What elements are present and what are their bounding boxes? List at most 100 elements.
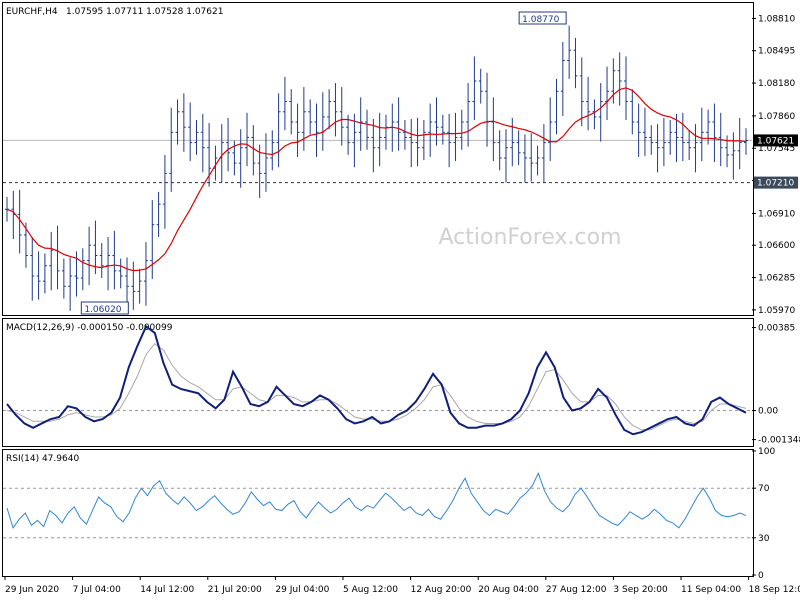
- price-bar: [327, 89, 332, 130]
- price-bar: [409, 118, 414, 168]
- price-bar: [491, 97, 496, 162]
- price-axis-label: 1.07860: [758, 112, 795, 122]
- price-bar: [282, 76, 287, 131]
- moving-average-line: [6, 87, 747, 272]
- time-axis-label: 20 Aug 04:00: [478, 585, 539, 595]
- price-bar: [320, 92, 325, 151]
- price-bar: [371, 118, 376, 173]
- price-axis-label: 1.06285: [758, 274, 795, 284]
- price-bar: [137, 268, 142, 304]
- price-axis-label: 1.06910: [758, 209, 795, 219]
- price-bar: [579, 57, 584, 127]
- price-bar: [143, 242, 148, 306]
- price-bar: [156, 191, 161, 237]
- price-bar: [636, 103, 641, 157]
- price-bar: [150, 200, 155, 280]
- rsi-axis-label: 70: [758, 484, 770, 494]
- price-bar: [383, 114, 388, 150]
- price-axis-label: 1.08180: [758, 79, 795, 89]
- price-bar: [377, 112, 382, 167]
- price-panel-frame: [2, 2, 754, 316]
- price-bar: [497, 130, 502, 171]
- price-bar: [346, 114, 351, 155]
- price-bar: [472, 56, 477, 120]
- price-bar: [485, 72, 490, 147]
- rsi-axis-label: 100: [758, 447, 775, 457]
- price-bar: [131, 261, 136, 310]
- price-bar: [642, 107, 647, 156]
- price-axis-label: 1.08810: [758, 14, 795, 24]
- price-bar: [80, 248, 85, 291]
- price-bar: [522, 134, 527, 183]
- price-bar: [712, 103, 717, 163]
- price-bar: [567, 25, 572, 79]
- price-bar: [308, 99, 313, 135]
- time-axis-label: 21 Jul 20:00: [208, 585, 262, 595]
- price-bar: [605, 66, 610, 120]
- price-bar: [554, 78, 559, 135]
- price-bar: [699, 107, 704, 162]
- price-bar: [162, 154, 167, 229]
- price-axis-label: 1.08495: [758, 47, 795, 57]
- price-bar: [503, 129, 508, 183]
- price-bar: [510, 117, 515, 167]
- price-bar: [55, 225, 60, 290]
- price-bar: [661, 117, 666, 167]
- price-bar: [586, 76, 591, 131]
- price-bar: [270, 130, 275, 171]
- price-bar: [668, 120, 673, 155]
- price-bar: [238, 129, 243, 188]
- price-bar: [434, 97, 439, 146]
- time-axis-label: 14 Jul 12:00: [140, 585, 194, 595]
- price-bar: [459, 109, 464, 150]
- level-price-label: 1.07210: [757, 179, 794, 189]
- price-bar: [251, 125, 256, 176]
- time-axis-label: 18 Sep 12:00: [749, 585, 800, 595]
- price-bar: [693, 124, 698, 173]
- price-bar: [365, 109, 370, 150]
- price-bar: [99, 243, 104, 279]
- price-bar: [106, 237, 111, 291]
- price-bar: [11, 190, 16, 240]
- price-bar: [453, 112, 458, 162]
- price-bar: [169, 107, 174, 192]
- price-bar: [516, 130, 521, 166]
- price-bar: [402, 120, 407, 150]
- macd-panel-frame: [2, 318, 754, 447]
- macd-signal-line: [6, 343, 747, 431]
- price-bar: [573, 37, 578, 89]
- price-bar: [87, 226, 92, 286]
- price-bar: [181, 93, 186, 152]
- time-axis-label: 3 Sep 20:00: [613, 585, 668, 595]
- price-bar: [428, 103, 433, 157]
- price-bar: [541, 124, 546, 183]
- low-label-text: 1.06020: [84, 305, 121, 315]
- macd-axis-label: -0.001348: [758, 436, 800, 446]
- price-bar: [466, 83, 471, 147]
- price-bar: [175, 99, 180, 145]
- rsi-axis-label: 30: [758, 534, 770, 544]
- price-bar: [680, 112, 685, 162]
- price-bar: [415, 117, 420, 167]
- time-axis-label: 7 Jul 04:00: [73, 585, 122, 595]
- macd-axis-label: 0.00385: [758, 324, 795, 334]
- rsi-line: [6, 472, 747, 530]
- price-bar: [226, 117, 231, 172]
- price-bar: [737, 117, 742, 170]
- price-bar: [188, 102, 193, 162]
- price-bar: [548, 97, 553, 162]
- price-bar: [289, 89, 294, 135]
- macd-main-line: [6, 324, 747, 436]
- price-bar: [30, 237, 35, 301]
- price-bar: [333, 83, 338, 137]
- price-bar: [731, 132, 736, 180]
- price-bar: [295, 103, 300, 157]
- chart-canvas: ActionForex.com EURCHF,H4 1.07595 1.0771…: [2, 2, 800, 595]
- price-axis-label: 1.06600: [758, 241, 795, 251]
- price-bar: [396, 97, 401, 151]
- price-bar: [49, 231, 54, 291]
- price-bar: [301, 87, 306, 151]
- price-bar: [68, 257, 73, 311]
- price-bar: [314, 103, 319, 157]
- price-bar: [535, 145, 540, 176]
